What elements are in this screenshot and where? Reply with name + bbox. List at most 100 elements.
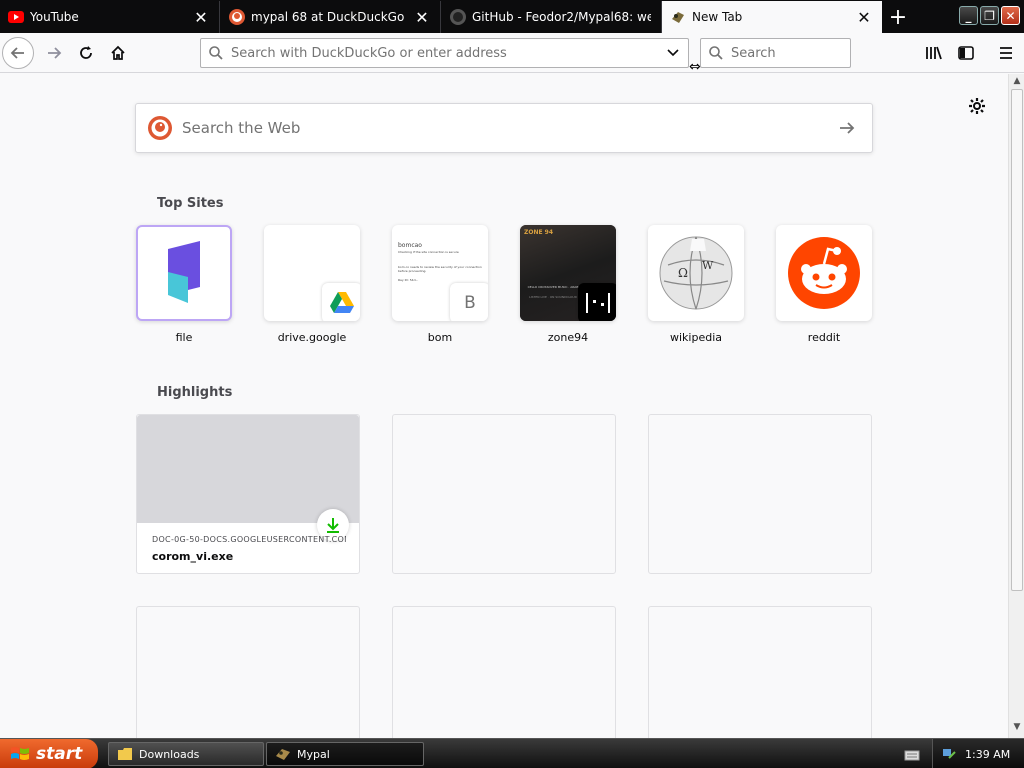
folder-icon <box>118 748 132 760</box>
site-tile: bomcao Checking if the site connection i… <box>392 225 488 321</box>
mypal-icon <box>276 749 290 760</box>
address-input[interactable] <box>231 45 658 61</box>
top-site-bom[interactable]: bomcao Checking if the site connection i… <box>392 225 488 344</box>
start-button[interactable]: start <box>0 739 98 768</box>
gear-icon[interactable] <box>964 93 990 119</box>
clock: 1:39 AM <box>965 747 1011 761</box>
arrow-right-icon[interactable] <box>822 120 872 136</box>
search-icon <box>701 45 731 61</box>
tab-duckduckgo[interactable]: mypal 68 at DuckDuckGo ✕ <box>221 1 441 33</box>
tab-new-tab[interactable]: New Tab ✕ <box>662 1 882 33</box>
top-sites-title: Top Sites <box>157 196 224 211</box>
close-tab-icon[interactable]: ✕ <box>193 8 209 27</box>
resize-cursor-icon: ⇔ <box>689 59 701 75</box>
zone94-banner: ZONE 94 <box>524 229 554 236</box>
bom-preview-line: Checking if the site connection is secur… <box>398 250 459 254</box>
site-tile <box>776 225 872 321</box>
forward-button[interactable] <box>38 37 70 69</box>
tab-title: mypal 68 at DuckDuckGo <box>251 10 405 24</box>
chevron-down-icon[interactable] <box>658 48 688 58</box>
taskbar-item-downloads[interactable]: Downloads <box>108 742 264 766</box>
restore-icon[interactable]: ❐ <box>980 6 999 25</box>
mypal-icon <box>670 9 686 25</box>
site-label: wikipedia <box>669 331 722 344</box>
google-drive-icon <box>322 283 360 321</box>
badge-letter: B <box>464 293 476 313</box>
network-icon[interactable] <box>941 746 957 762</box>
bom-preview-line: bom.co needs to review the security of y… <box>398 264 482 274</box>
zone94-subcaption: LISTEN LIVE · ON SOUNDCLOUD <box>529 295 577 299</box>
top-site-drive-google[interactable]: drive.google <box>264 225 360 344</box>
site-label: bom <box>427 331 453 344</box>
search-bar[interactable] <box>700 38 851 68</box>
search-icon <box>201 45 231 61</box>
start-label: start <box>36 744 83 764</box>
close-window-icon[interactable]: ✕ <box>1001 6 1020 25</box>
close-tab-icon[interactable]: ✕ <box>856 8 872 27</box>
tab-github[interactable]: GitHub - Feodor2/Mypal68: web browser <box>442 1 662 33</box>
window-controls: _ ❐ ✕ <box>959 6 1020 25</box>
wikipedia-icon: Ω W <box>659 236 733 310</box>
site-tile <box>264 225 360 321</box>
zone94-logo-icon <box>578 283 616 321</box>
site-label: file <box>175 331 193 344</box>
highlight-name: corom_vi.exe <box>152 550 234 563</box>
web-search-box[interactable] <box>135 103 873 153</box>
tab-title: New Tab <box>692 10 743 24</box>
github-icon <box>450 9 466 25</box>
tab-title: YouTube <box>30 10 79 24</box>
keyboard-icon[interactable] <box>904 747 920 761</box>
taskbar-item-label: Downloads <box>139 747 200 761</box>
library-icon[interactable] <box>918 37 950 69</box>
youtube-icon <box>8 9 24 25</box>
navigation-toolbar <box>0 33 1024 73</box>
site-label: reddit <box>807 331 841 344</box>
highlights-title: Highlights <box>157 385 233 400</box>
site-letter-badge: B <box>450 283 488 321</box>
top-site-zone94[interactable]: ZONE 94 CELLO CROSSOVER MUSIC · ARABIAN … <box>520 225 616 344</box>
top-site-reddit[interactable]: reddit <box>776 225 872 344</box>
bom-preview-line: Ray ID: 54d... <box>398 277 419 282</box>
top-site-file[interactable]: file <box>136 225 232 344</box>
sidebar-toggle-icon[interactable] <box>950 37 982 69</box>
svg-text:W: W <box>702 259 714 272</box>
file-app-icon <box>168 241 200 303</box>
site-label: zone94 <box>547 331 589 344</box>
site-tile: Ω W <box>648 225 744 321</box>
taskbar-item-mypal[interactable]: Mypal <box>266 742 424 766</box>
system-tray: 1:39 AM <box>932 739 1024 768</box>
svg-text:Ω: Ω <box>678 266 688 280</box>
highlight-card[interactable]: DOC-0G-50-DOCS.GOOGLEUSERCONTENT.COM cor… <box>136 414 360 574</box>
minimize-icon[interactable]: _ <box>959 6 978 25</box>
site-tile: ZONE 94 CELLO CROSSOVER MUSIC · ARABIAN … <box>520 225 616 321</box>
reload-button[interactable] <box>70 37 102 69</box>
home-button[interactable] <box>102 37 134 69</box>
web-search-input[interactable] <box>182 119 822 137</box>
highlight-thumbnail <box>137 415 359 523</box>
tab-title: GitHub - Feodor2/Mypal68: web browser <box>472 10 651 24</box>
top-site-wikipedia[interactable]: Ω W wikipedia <box>648 225 744 344</box>
search-input[interactable] <box>731 45 850 61</box>
scrollbar-thumb[interactable] <box>1011 89 1023 591</box>
taskbar: start Downloads Mypal 1:39 AM <box>0 738 1024 768</box>
tab-youtube[interactable]: YouTube ✕ <box>0 1 220 33</box>
scroll-down-icon[interactable]: ▼ <box>1011 722 1023 734</box>
highlight-placeholder <box>392 414 616 574</box>
duckduckgo-icon <box>229 9 245 25</box>
site-tile <box>136 225 232 321</box>
address-bar[interactable] <box>200 38 689 68</box>
windows-flag-icon <box>11 747 29 760</box>
back-button[interactable] <box>2 37 34 69</box>
close-tab-icon[interactable]: ✕ <box>414 8 430 27</box>
menu-icon[interactable] <box>990 37 1022 69</box>
bom-preview-heading: bomcao <box>398 242 422 249</box>
duckduckgo-icon <box>148 116 172 140</box>
taskbar-item-label: Mypal <box>297 747 330 761</box>
reddit-icon <box>788 237 860 309</box>
tab-strip: YouTube ✕ mypal 68 at DuckDuckGo ✕ GitHu… <box>0 0 1024 33</box>
site-label: drive.google <box>277 331 347 344</box>
highlight-source: DOC-0G-50-DOCS.GOOGLEUSERCONTENT.COM <box>152 535 346 544</box>
scroll-up-icon[interactable]: ▲ <box>1011 76 1023 88</box>
new-tab-button[interactable]: + <box>884 4 912 30</box>
vertical-scrollbar[interactable]: ▲ ▼ <box>1008 74 1024 738</box>
